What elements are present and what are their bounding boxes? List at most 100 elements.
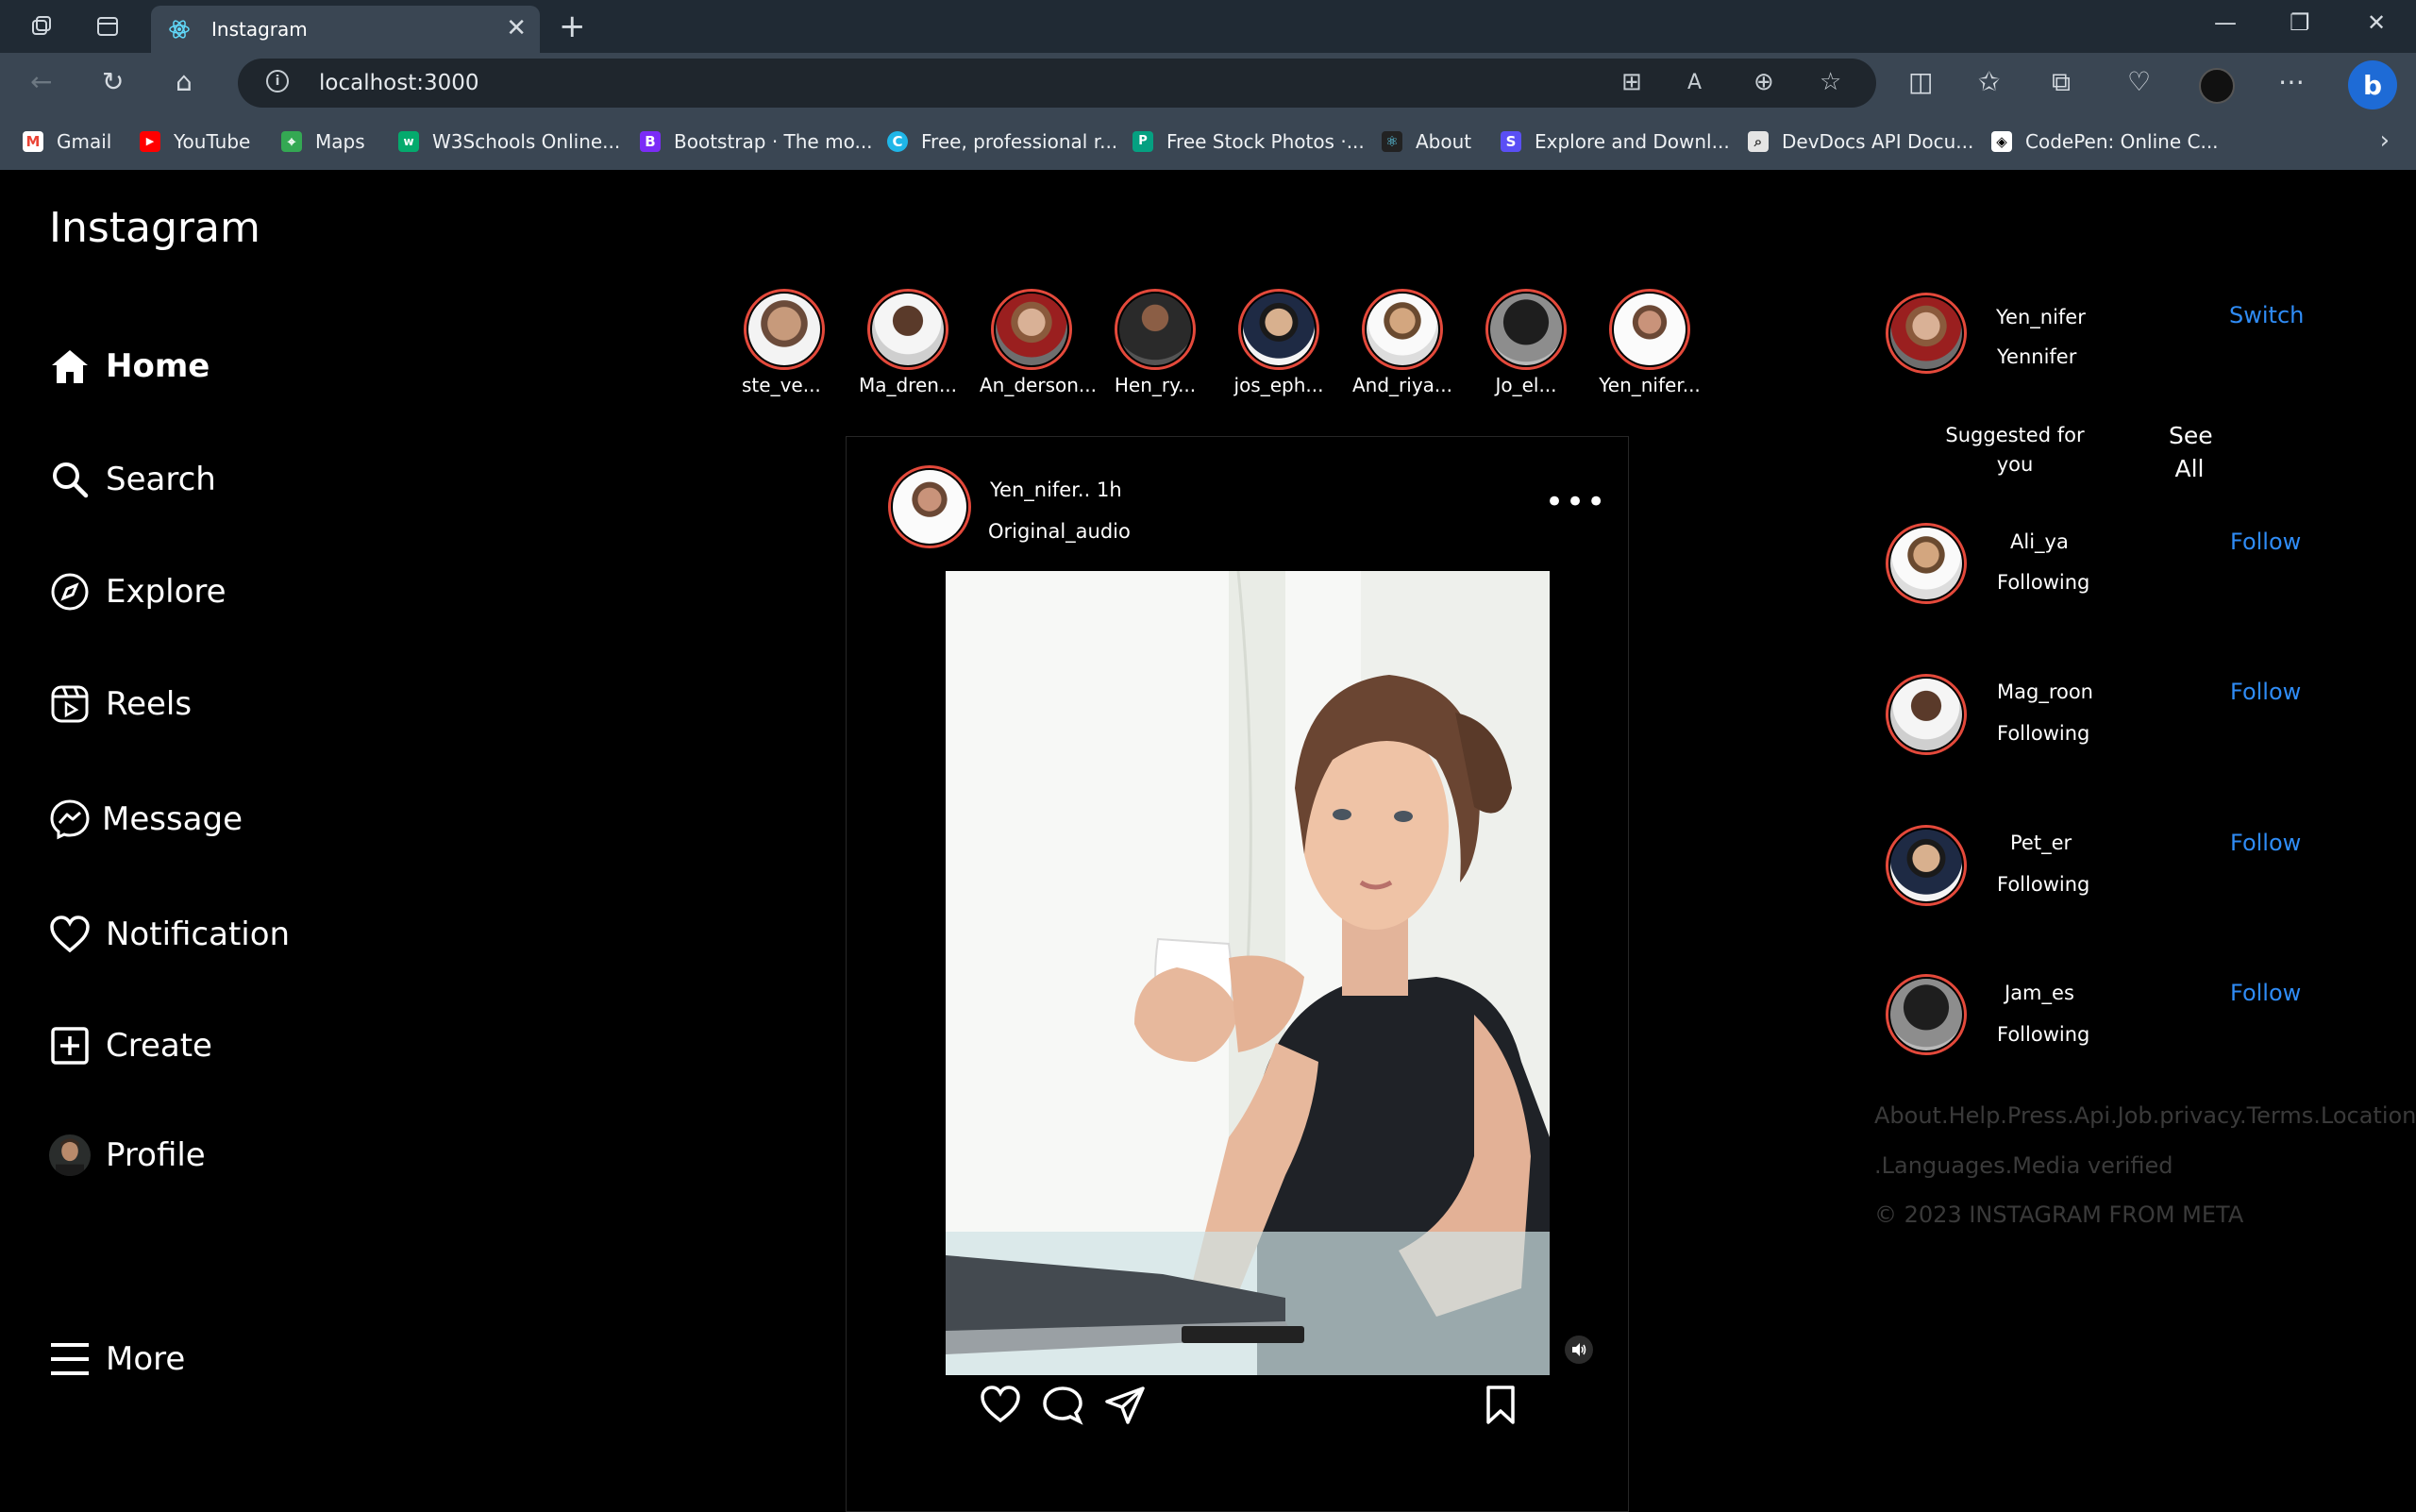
- read-aloud-icon[interactable]: A: [1687, 71, 1702, 94]
- close-tab-icon[interactable]: ✕: [506, 14, 527, 42]
- follow-button[interactable]: Follow: [2230, 830, 2301, 856]
- nav-explore[interactable]: Explore: [49, 571, 226, 613]
- follow-button[interactable]: Follow: [2230, 980, 2301, 1006]
- home-browser-icon[interactable]: ⌂: [176, 66, 193, 97]
- canva-icon: C: [887, 131, 908, 152]
- more-dots-icon[interactable]: •••: [1545, 486, 1607, 518]
- back-icon[interactable]: ←: [30, 66, 52, 97]
- bookmark-canva[interactable]: C Free, professional r...: [887, 128, 1117, 155]
- suggestion-avatar[interactable]: [1886, 825, 1967, 906]
- favorite-star-icon[interactable]: ☆: [1820, 68, 1841, 96]
- new-tab-icon[interactable]: +: [559, 8, 586, 45]
- devdocs-icon: ⌕: [1748, 131, 1769, 152]
- nav-search[interactable]: Search: [49, 459, 216, 500]
- post-author-line[interactable]: Yen_nifer.. 1h: [990, 479, 1122, 501]
- hamburger-menu-icon: [49, 1338, 91, 1380]
- bookmark-pexels[interactable]: P Free Stock Photos ·...: [1132, 128, 1365, 155]
- bookmark-maps[interactable]: ⌖ Maps: [281, 128, 365, 155]
- bookmark-codepen[interactable]: ◈ CodePen: Online C...: [1991, 128, 2219, 155]
- browser-essentials-icon[interactable]: ♡: [2127, 66, 2151, 97]
- nav-label: Notification: [106, 916, 291, 953]
- suggestion-status: Following: [1997, 873, 2090, 896]
- bootstrap-icon: B: [640, 131, 661, 152]
- profile-avatar-browser[interactable]: [2199, 68, 2235, 104]
- bookmark-devdocs[interactable]: ⌕ DevDocs API Docu...: [1748, 128, 1973, 155]
- post-audio[interactable]: Original_audio: [988, 520, 1131, 543]
- story-item[interactable]: Jo_el...: [1474, 289, 1578, 396]
- close-window-icon[interactable]: ✕: [2367, 9, 2386, 36]
- see-all-link[interactable]: See All: [2169, 419, 2213, 485]
- story-avatar: [1243, 294, 1315, 365]
- nav-label: More: [106, 1340, 186, 1378]
- plus-square-icon: [49, 1025, 91, 1067]
- codepen-icon: ◈: [1991, 131, 2012, 152]
- post-image[interactable]: [946, 571, 1550, 1375]
- suggestion-name[interactable]: Ali_ya: [2010, 530, 2069, 553]
- suggestion-avatar[interactable]: [1886, 974, 1967, 1055]
- nav-create[interactable]: Create: [49, 1025, 212, 1067]
- suggestion-name[interactable]: Mag_roon: [1997, 680, 2093, 703]
- nav-notification[interactable]: Notification: [49, 914, 290, 955]
- story-item[interactable]: Yen_nifer...: [1598, 289, 1702, 396]
- instagram-app: Instagram Home Search Explore Reels Mess…: [0, 170, 2416, 1512]
- story-name: Jo_el...: [1495, 374, 1557, 396]
- follow-button[interactable]: Follow: [2230, 529, 2301, 555]
- tab-instagram[interactable]: Instagram ✕: [151, 6, 540, 53]
- share-send-icon[interactable]: [1103, 1385, 1147, 1430]
- bookmark-bootstrap[interactable]: B Bootstrap · The mo...: [640, 128, 873, 155]
- follow-button[interactable]: Follow: [2230, 679, 2301, 705]
- app-available-icon[interactable]: ⊞: [1621, 68, 1642, 96]
- nav-more[interactable]: More: [49, 1338, 185, 1380]
- suggestion-avatar[interactable]: [1886, 523, 1967, 604]
- like-heart-icon[interactable]: [979, 1385, 1022, 1428]
- suggestion-name[interactable]: Pet_er: [2010, 832, 2072, 854]
- split-screen-icon[interactable]: ◫: [1908, 66, 1933, 97]
- zoom-icon[interactable]: ⊕: [1753, 68, 1774, 96]
- comment-icon[interactable]: [1041, 1385, 1084, 1430]
- story-item[interactable]: Ma_dren...: [856, 289, 960, 396]
- bookmark-explore[interactable]: S Explore and Downl...: [1501, 128, 1730, 155]
- w3schools-icon: w: [398, 131, 419, 152]
- site-info-icon[interactable]: i: [266, 70, 289, 92]
- story-item[interactable]: And_riya...: [1351, 289, 1454, 396]
- nav-message[interactable]: Message: [49, 798, 243, 840]
- volume-icon[interactable]: [1565, 1336, 1593, 1364]
- story-item[interactable]: jos_eph...: [1227, 289, 1331, 396]
- app-logo[interactable]: Instagram: [49, 204, 260, 252]
- nav-reels[interactable]: Reels: [49, 683, 192, 725]
- bookmark-youtube[interactable]: ▶ YouTube: [140, 128, 250, 155]
- refresh-icon[interactable]: ↻: [102, 66, 124, 97]
- story-item[interactable]: An_derson...: [980, 289, 1097, 396]
- bookmark-about[interactable]: ⚛ About: [1382, 128, 1471, 155]
- story-avatar: [748, 294, 820, 365]
- bookmark-label: About: [1416, 130, 1472, 153]
- bookmark-save-icon[interactable]: [1483, 1385, 1518, 1430]
- nav-profile[interactable]: Profile: [49, 1134, 206, 1176]
- story-item[interactable]: ste_ve...: [732, 289, 836, 396]
- feed-post: Yen_nifer.. 1h Original_audio •••: [846, 436, 1629, 1512]
- url-text[interactable]: localhost:3000: [319, 71, 479, 95]
- tab-actions-icon[interactable]: [92, 11, 123, 42]
- minimize-icon[interactable]: —: [2214, 9, 2237, 36]
- settings-more-icon[interactable]: ⋯: [2278, 66, 2305, 97]
- favorites-icon[interactable]: ✩: [1978, 66, 2000, 97]
- nav-home[interactable]: Home: [49, 345, 210, 387]
- copilot-icon[interactable]: b: [2348, 60, 2397, 109]
- footer-links-2[interactable]: .Languages.Media verified: [1874, 1152, 2173, 1179]
- current-user-avatar[interactable]: [1886, 293, 1967, 374]
- reels-icon: [49, 683, 91, 725]
- story-item[interactable]: Hen_ry...: [1103, 289, 1207, 396]
- post-author-avatar[interactable]: [888, 465, 971, 548]
- bookmark-w3schools[interactable]: w W3Schools Online...: [398, 128, 620, 155]
- collections-icon[interactable]: ⧉: [2052, 66, 2071, 98]
- restore-icon[interactable]: ❐: [2290, 9, 2310, 36]
- suggestion-avatar[interactable]: [1886, 674, 1967, 755]
- bookmark-gmail[interactable]: M Gmail: [23, 128, 111, 155]
- current-username[interactable]: Yen_nifer: [1996, 306, 2086, 328]
- suggestion-name[interactable]: Jam_es: [2005, 982, 2074, 1004]
- switch-account-link[interactable]: Switch: [2229, 302, 2304, 328]
- address-bar[interactable]: i localhost:3000 ⊞ A ⊕ ☆: [238, 59, 1876, 108]
- workspaces-icon[interactable]: [26, 11, 57, 42]
- footer-links[interactable]: About.Help.Press.Api.Job.privacy.Terms.L…: [1874, 1102, 2416, 1129]
- chevron-right-icon[interactable]: ›: [2380, 126, 2390, 155]
